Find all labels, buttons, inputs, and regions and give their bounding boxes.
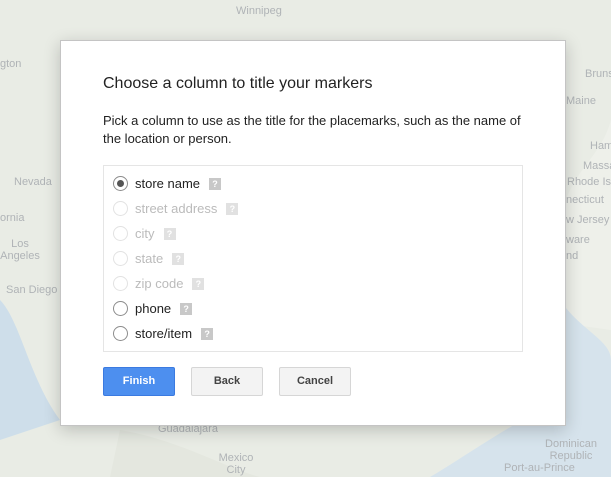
- option-street-address: street address ?: [104, 196, 522, 221]
- radio-button: [113, 226, 128, 241]
- help-icon[interactable]: ?: [180, 302, 193, 315]
- back-button[interactable]: Back: [191, 367, 263, 396]
- radio-button[interactable]: [113, 301, 128, 316]
- radio-button: [113, 276, 128, 291]
- help-icon[interactable]: ?: [209, 177, 222, 190]
- radio-button[interactable]: [113, 176, 128, 191]
- title-column-dialog: Choose a column to title your markers Pi…: [60, 40, 566, 426]
- radio-button: [113, 251, 128, 266]
- radio-button[interactable]: [113, 326, 128, 341]
- column-options-list: store name ? street address ? city ? sta…: [103, 165, 523, 352]
- help-icon[interactable]: ?: [201, 327, 214, 340]
- dialog-title: Choose a column to title your markers: [103, 75, 373, 92]
- option-store-item[interactable]: store/item ?: [104, 321, 522, 346]
- cancel-button[interactable]: Cancel: [279, 367, 351, 396]
- option-label: state: [135, 251, 164, 266]
- option-label: store/item: [135, 326, 193, 341]
- option-label: city: [135, 226, 155, 241]
- option-state: state ?: [104, 246, 522, 271]
- option-zip-code: zip code ?: [104, 271, 522, 296]
- finish-button[interactable]: Finish: [103, 367, 175, 396]
- help-icon[interactable]: ?: [172, 252, 185, 265]
- option-phone[interactable]: phone ?: [104, 296, 522, 321]
- option-city: city ?: [104, 221, 522, 246]
- option-label: phone: [135, 301, 172, 316]
- help-icon[interactable]: ?: [226, 202, 239, 215]
- dialog-description: Pick a column to use as the title for th…: [103, 113, 521, 146]
- option-label: street address: [135, 201, 218, 216]
- option-store-name[interactable]: store name ?: [104, 171, 522, 196]
- radio-button: [113, 201, 128, 216]
- option-label: store name: [135, 176, 201, 191]
- help-icon[interactable]: ?: [192, 277, 205, 290]
- help-icon[interactable]: ?: [163, 227, 176, 240]
- option-label: zip code: [135, 276, 184, 291]
